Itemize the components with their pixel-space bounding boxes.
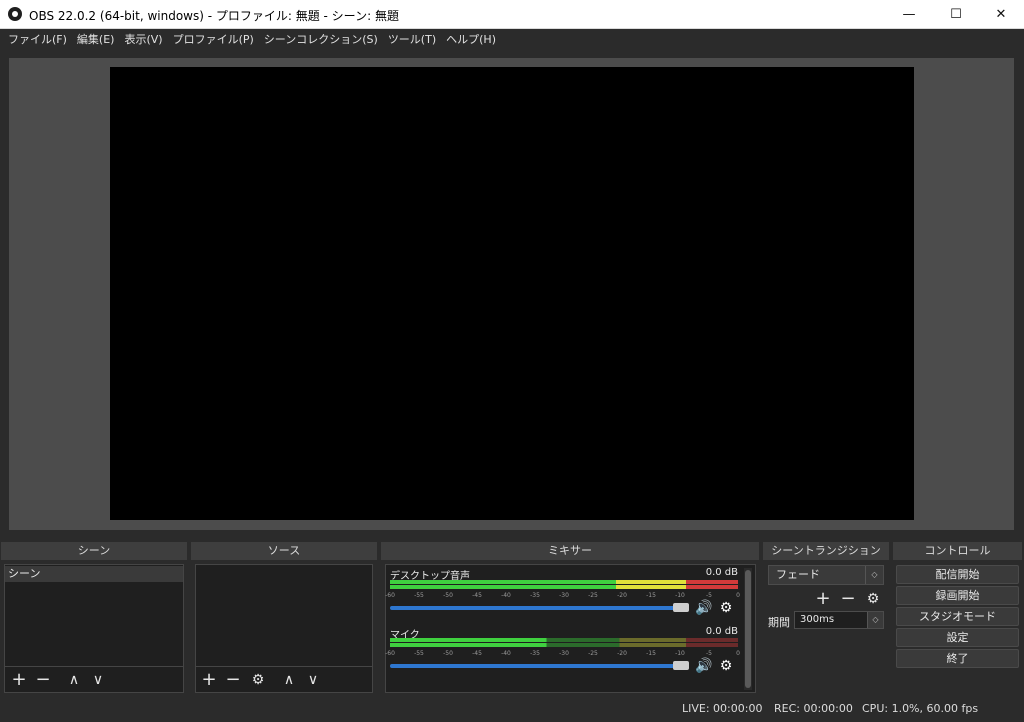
controls-dock-title: コントロール [893,542,1022,560]
scale-label: -40 [501,650,511,657]
maximize-button[interactable]: ☐ [933,0,979,29]
menu-view[interactable]: 表示(V) [119,30,167,50]
scale-label: -35 [530,650,540,657]
add-transition-button[interactable]: + [812,588,834,610]
scale-label: -35 [530,592,540,599]
scale-label: -10 [675,592,685,599]
scale-label: -50 [443,592,453,599]
title-bar: OBS 22.0.2 (64-bit, windows) - プロファイル: 無… [0,0,1024,29]
scale-label: -60 [385,650,395,657]
menu-edit[interactable]: 編集(E) [72,30,120,50]
menu-bar: ファイル(F) 編集(E) 表示(V) プロファイル(P) シーンコレクション(… [0,29,1024,51]
scale-label: -30 [559,592,569,599]
scale-label: -10 [675,650,685,657]
scene-move-up-button[interactable]: ∧ [63,669,85,691]
scale-label: -45 [472,592,482,599]
preview-canvas[interactable] [110,67,914,520]
settings-button[interactable]: 設定 [896,628,1019,647]
speaker-icon[interactable]: 🔊 [695,599,713,617]
add-source-button[interactable]: + [198,669,220,691]
menu-tools[interactable]: ツール(T) [383,30,441,50]
mixer-scrollbar[interactable] [744,568,752,690]
scale-label: -60 [385,592,395,599]
volume-slider-handle[interactable] [673,603,689,612]
source-properties-gear-icon[interactable]: ⚙ [247,669,269,691]
menu-file[interactable]: ファイル(F) [3,30,72,50]
remove-transition-button[interactable]: − [837,588,859,610]
minimize-button[interactable]: — [886,0,932,29]
mixer-channel-db: 0.0 dB [705,567,738,578]
duration-spinner-icon[interactable]: ◇ [867,612,883,628]
scale-label: -25 [588,592,598,599]
volume-slider[interactable] [390,606,688,610]
menu-profile[interactable]: プロファイル(P) [168,30,259,50]
source-move-up-button[interactable]: ∧ [278,669,300,691]
scene-item[interactable]: シーン [5,566,183,582]
menu-help[interactable]: ヘルプ(H) [441,30,501,50]
transitions-dock-title: シーントランジション [763,542,889,560]
scenes-dock-title: シーン [1,542,187,560]
scale-label: -45 [472,650,482,657]
meter-scale: -60 -55 -50 -45 -40 -35 -30 -25 -20 -15 … [385,589,740,599]
scale-label: -15 [646,650,656,657]
duration-label: 期間 [768,616,790,629]
start-recording-button[interactable]: 録画開始 [896,586,1019,605]
scale-label: 0 [736,592,740,599]
scale-label: -55 [414,592,424,599]
add-scene-button[interactable]: + [8,669,30,691]
audio-meter-top [390,580,738,584]
live-status: LIVE: 00:00:00 [682,702,763,715]
meter-scale: -60 -55 -50 -45 -40 -35 -30 -25 -20 -15 … [385,647,740,657]
sources-dock-title: ソース [191,542,377,560]
remove-scene-button[interactable]: − [32,669,54,691]
transition-select-arrow-icon[interactable]: ◇ [865,566,883,584]
gear-icon[interactable]: ⚙ [717,599,735,617]
close-button[interactable]: ✕ [978,0,1024,29]
mixer-dock-title: ミキサー [381,542,759,560]
mixer-scrollbar-thumb[interactable] [745,570,751,688]
scale-label: -25 [588,650,598,657]
scale-label: 0 [736,650,740,657]
audio-meter-top [390,638,738,642]
exit-button[interactable]: 終了 [896,649,1019,668]
gear-icon[interactable]: ⚙ [717,657,735,675]
scale-label: -50 [443,650,453,657]
scale-label: -20 [617,650,627,657]
volume-slider-handle[interactable] [673,661,689,670]
speaker-icon[interactable]: 🔊 [695,657,713,675]
scale-label: -5 [706,592,712,599]
scale-label: -5 [706,650,712,657]
window-title: OBS 22.0.2 (64-bit, windows) - プロファイル: 無… [29,9,399,23]
scene-move-down-button[interactable]: ∨ [87,669,109,691]
studio-mode-button[interactable]: スタジオモード [896,607,1019,626]
scale-label: -15 [646,592,656,599]
scale-label: -55 [414,650,424,657]
sources-list[interactable] [195,564,373,667]
remove-source-button[interactable]: − [222,669,244,691]
scale-label: -30 [559,650,569,657]
cpu-status: CPU: 1.0%, 60.00 fps [862,702,979,715]
start-streaming-button[interactable]: 配信開始 [896,565,1019,584]
mixer-channel-db: 0.0 dB [705,626,738,637]
volume-slider[interactable] [390,664,688,668]
transition-properties-gear-icon[interactable]: ⚙ [862,588,884,610]
scale-label: -20 [617,592,627,599]
obs-logo-icon [8,7,22,21]
rec-status: REC: 00:00:00 [774,702,853,715]
menu-scene-collection[interactable]: シーンコレクション(S) [259,30,383,50]
scale-label: -40 [501,592,511,599]
source-move-down-button[interactable]: ∨ [302,669,324,691]
